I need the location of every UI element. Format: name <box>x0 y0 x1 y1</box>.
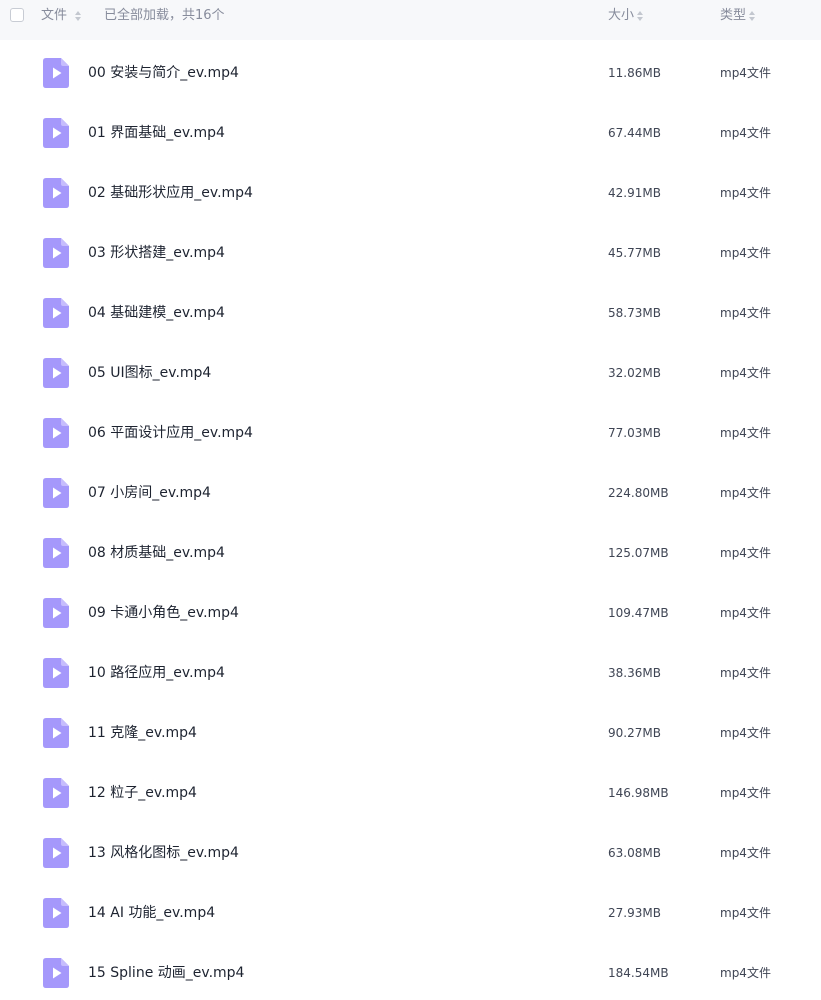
file-name[interactable]: 04 基础建模_ev.mp4 <box>88 304 225 322</box>
video-file-icon <box>43 838 69 868</box>
file-type: mp4文件 <box>720 246 771 260</box>
file-row[interactable]: 11 克隆_ev.mp4 90.27MB mp4文件 <box>0 700 821 760</box>
column-header-file[interactable]: 文件 <box>41 8 67 24</box>
video-file-icon <box>43 598 69 628</box>
video-file-icon <box>43 58 69 88</box>
video-file-icon <box>43 238 69 268</box>
file-size: 27.93MB <box>608 906 661 920</box>
video-file-icon <box>43 778 69 808</box>
file-name[interactable]: 12 粒子_ev.mp4 <box>88 784 197 802</box>
file-size: 11.86MB <box>608 66 661 80</box>
file-size: 184.54MB <box>608 966 669 980</box>
file-row[interactable]: 09 卡通小角色_ev.mp4 109.47MB mp4文件 <box>0 580 821 640</box>
video-file-icon <box>43 298 69 328</box>
file-size: 125.07MB <box>608 546 669 560</box>
file-row[interactable]: 04 基础建模_ev.mp4 58.73MB mp4文件 <box>0 280 821 340</box>
file-type: mp4文件 <box>720 126 771 140</box>
file-name[interactable]: 08 材质基础_ev.mp4 <box>88 544 225 562</box>
file-name[interactable]: 00 安装与简介_ev.mp4 <box>88 64 239 82</box>
video-file-icon <box>43 958 69 988</box>
sort-arrows-icon[interactable] <box>637 10 643 22</box>
file-type: mp4文件 <box>720 306 771 320</box>
video-file-icon <box>43 718 69 748</box>
file-row[interactable]: 00 安装与简介_ev.mp4 11.86MB mp4文件 <box>0 40 821 100</box>
file-row[interactable]: 07 小房间_ev.mp4 224.80MB mp4文件 <box>0 460 821 520</box>
column-header-type[interactable]: 类型 <box>720 8 746 24</box>
video-file-icon <box>43 358 69 388</box>
file-type: mp4文件 <box>720 426 771 440</box>
file-type: mp4文件 <box>720 186 771 200</box>
file-name[interactable]: 14 AI 功能_ev.mp4 <box>88 904 215 922</box>
file-type: mp4文件 <box>720 366 771 380</box>
file-size: 63.08MB <box>608 846 661 860</box>
file-name[interactable]: 01 界面基础_ev.mp4 <box>88 124 225 142</box>
file-type: mp4文件 <box>720 786 771 800</box>
loaded-status-text: 已全部加载，共16个 <box>104 8 225 23</box>
file-name[interactable]: 09 卡通小角色_ev.mp4 <box>88 604 239 622</box>
file-type: mp4文件 <box>720 666 771 680</box>
column-header-size[interactable]: 大小 <box>608 8 634 24</box>
file-size: 77.03MB <box>608 426 661 440</box>
file-name[interactable]: 02 基础形状应用_ev.mp4 <box>88 184 253 202</box>
file-type: mp4文件 <box>720 906 771 920</box>
file-row[interactable]: 12 粒子_ev.mp4 146.98MB mp4文件 <box>0 760 821 820</box>
file-type: mp4文件 <box>720 66 771 80</box>
file-name[interactable]: 13 风格化图标_ev.mp4 <box>88 844 239 862</box>
file-row[interactable]: 06 平面设计应用_ev.mp4 77.03MB mp4文件 <box>0 400 821 460</box>
file-type: mp4文件 <box>720 846 771 860</box>
file-size: 32.02MB <box>608 366 661 380</box>
sort-arrows-icon[interactable] <box>75 10 81 22</box>
video-file-icon <box>43 118 69 148</box>
video-file-icon <box>43 178 69 208</box>
sort-arrows-icon[interactable] <box>749 10 755 22</box>
file-type: mp4文件 <box>720 966 771 980</box>
select-all-checkbox[interactable] <box>10 8 24 22</box>
file-name[interactable]: 06 平面设计应用_ev.mp4 <box>88 424 253 442</box>
file-size: 42.91MB <box>608 186 661 200</box>
file-row[interactable]: 01 界面基础_ev.mp4 67.44MB mp4文件 <box>0 100 821 160</box>
file-row[interactable]: 02 基础形状应用_ev.mp4 42.91MB mp4文件 <box>0 160 821 220</box>
file-row[interactable]: 05 UI图标_ev.mp4 32.02MB mp4文件 <box>0 340 821 400</box>
file-type: mp4文件 <box>720 486 771 500</box>
file-size: 38.36MB <box>608 666 661 680</box>
file-list-header: 文件 已全部加载，共16个 大小 类型 <box>0 0 821 40</box>
video-file-icon <box>43 538 69 568</box>
file-type: mp4文件 <box>720 546 771 560</box>
file-row[interactable]: 03 形状搭建_ev.mp4 45.77MB mp4文件 <box>0 220 821 280</box>
video-file-icon <box>43 478 69 508</box>
file-name[interactable]: 05 UI图标_ev.mp4 <box>88 364 211 382</box>
file-row[interactable]: 15 Spline 动画_ev.mp4 184.54MB mp4文件 <box>0 940 821 1000</box>
video-file-icon <box>43 658 69 688</box>
file-size: 58.73MB <box>608 306 661 320</box>
file-type: mp4文件 <box>720 726 771 740</box>
file-row[interactable]: 13 风格化图标_ev.mp4 63.08MB mp4文件 <box>0 820 821 880</box>
video-file-icon <box>43 898 69 928</box>
file-size: 146.98MB <box>608 786 669 800</box>
video-file-icon <box>43 418 69 448</box>
file-name[interactable]: 10 路径应用_ev.mp4 <box>88 664 225 682</box>
file-size: 45.77MB <box>608 246 661 260</box>
file-type: mp4文件 <box>720 606 771 620</box>
file-size: 224.80MB <box>608 486 669 500</box>
file-row[interactable]: 10 路径应用_ev.mp4 38.36MB mp4文件 <box>0 640 821 700</box>
file-size: 109.47MB <box>608 606 669 620</box>
file-name[interactable]: 11 克隆_ev.mp4 <box>88 724 197 742</box>
file-size: 67.44MB <box>608 126 661 140</box>
file-size: 90.27MB <box>608 726 661 740</box>
file-name[interactable]: 07 小房间_ev.mp4 <box>88 484 211 502</box>
file-name[interactable]: 03 形状搭建_ev.mp4 <box>88 244 225 262</box>
file-row[interactable]: 08 材质基础_ev.mp4 125.07MB mp4文件 <box>0 520 821 580</box>
file-name[interactable]: 15 Spline 动画_ev.mp4 <box>88 964 244 982</box>
file-row[interactable]: 14 AI 功能_ev.mp4 27.93MB mp4文件 <box>0 880 821 940</box>
